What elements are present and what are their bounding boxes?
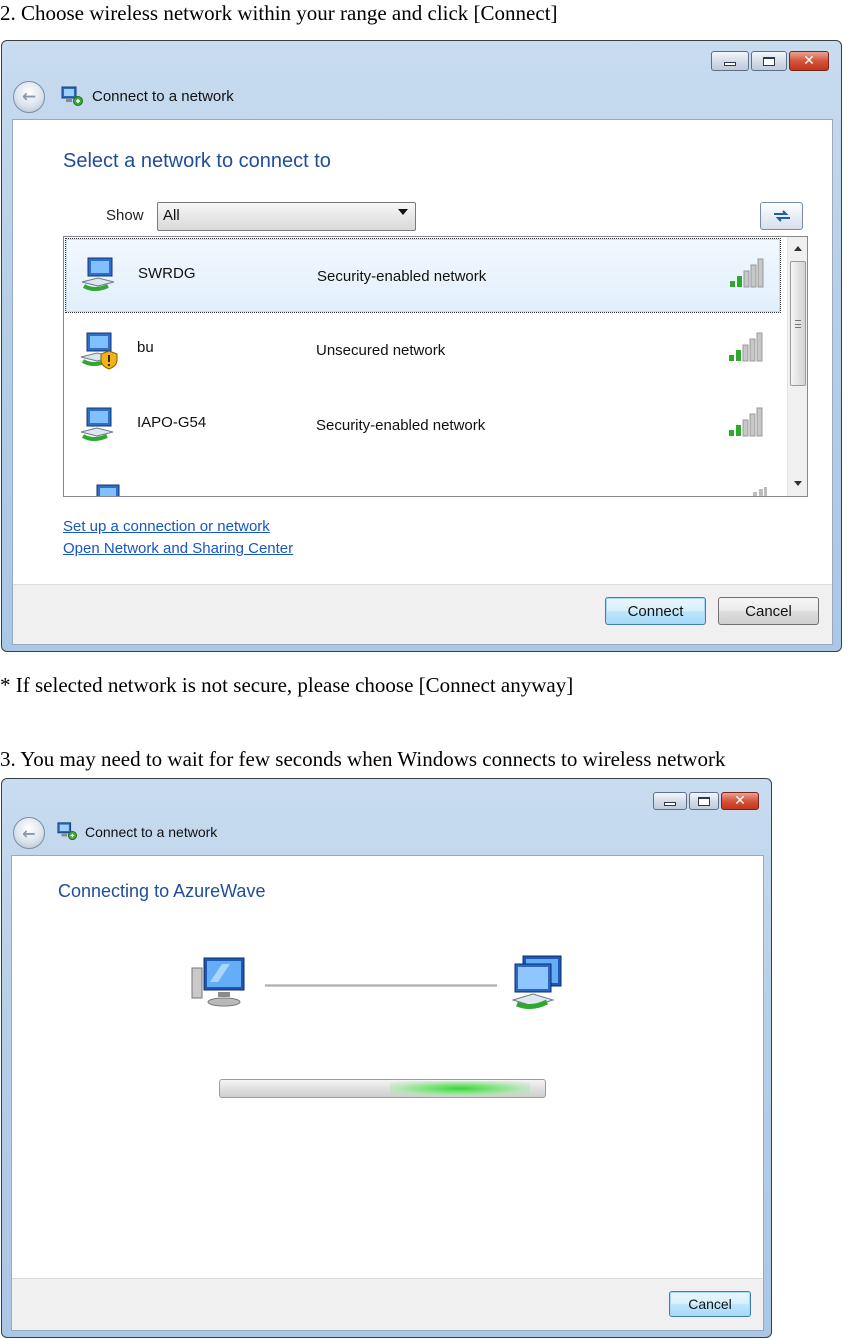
wireless-network-icon	[96, 484, 120, 496]
back-arrow-icon: ←	[22, 823, 36, 843]
window-content: Connecting to AzureWave Cancel	[11, 855, 764, 1331]
connection-progress-bar	[219, 1079, 546, 1098]
scroll-down-arrow-icon[interactable]	[788, 474, 807, 492]
step-3-instruction: 3. You may need to wait for few seconds …	[0, 747, 726, 771]
window-footer: Connect Cancel	[13, 584, 832, 644]
maximize-button[interactable]	[751, 51, 787, 71]
show-filter-dropdown[interactable]: All	[157, 202, 416, 231]
connect-to-network-window: ✕ ← Connect to a network Select a networ…	[1, 40, 842, 652]
connection-line	[265, 984, 497, 987]
network-row-bu[interactable]: bu Unsecured network	[65, 314, 781, 389]
maximize-button[interactable]	[689, 792, 719, 810]
network-list-scrollbar[interactable]	[787, 237, 807, 496]
close-icon: ✕	[803, 53, 815, 69]
setup-connection-link[interactable]: Set up a connection or network	[63, 518, 270, 535]
maximize-icon	[763, 56, 775, 66]
computer-icon	[191, 957, 245, 1007]
show-label: Show	[106, 207, 144, 224]
network-title-icon	[57, 822, 77, 841]
signal-strength-icon	[753, 487, 767, 496]
network-name: SWRDG	[138, 265, 196, 282]
chevron-down-icon	[398, 209, 408, 215]
close-button[interactable]: ✕	[721, 792, 759, 810]
close-icon: ✕	[734, 793, 746, 809]
back-button[interactable]: ←	[13, 81, 45, 113]
network-list: SWRDG Security-enabled network bu Unsecu…	[63, 236, 808, 497]
network-name: bu	[137, 339, 154, 356]
network-security: Unsecured network	[316, 342, 446, 359]
minimize-icon	[724, 62, 736, 66]
caption-buttons: ✕	[653, 792, 759, 810]
scroll-up-arrow-icon[interactable]	[788, 239, 807, 257]
back-arrow-icon: ←	[21, 87, 37, 107]
progress-indicator	[390, 1081, 530, 1096]
refresh-button[interactable]	[760, 202, 803, 230]
minimize-icon	[664, 802, 676, 806]
window-title: Connect to a network	[85, 824, 218, 840]
connect-button[interactable]: Connect	[605, 597, 706, 625]
scrollbar-thumb[interactable]	[790, 261, 806, 386]
network-security: Security-enabled network	[317, 268, 487, 285]
maximize-icon	[698, 796, 710, 806]
close-button[interactable]: ✕	[789, 51, 829, 71]
back-button[interactable]: ←	[13, 817, 45, 849]
cancel-button[interactable]: Cancel	[718, 597, 819, 625]
network-row-partial[interactable]	[65, 465, 781, 496]
refresh-icon	[773, 210, 790, 222]
wireless-network-icon	[511, 955, 562, 1010]
signal-strength-icon	[730, 258, 764, 288]
wireless-network-icon	[80, 332, 118, 370]
wireless-network-icon	[81, 257, 115, 291]
window-footer: Cancel	[12, 1278, 763, 1330]
wireless-network-icon	[80, 407, 114, 441]
minimize-button[interactable]	[653, 792, 687, 810]
network-row-iapo-g54[interactable]: IAPO-G54 Security-enabled network	[65, 389, 781, 464]
network-name: IAPO-G54	[137, 414, 207, 431]
window-title: Connect to a network	[92, 88, 234, 105]
signal-strength-icon	[729, 407, 763, 437]
window-caption: ✕ ← Connect to a network	[2, 779, 771, 855]
insecure-network-note: * If selected network is not secure, ple…	[0, 673, 574, 697]
caption-buttons: ✕	[711, 51, 829, 71]
page-heading: Connecting to AzureWave	[58, 881, 266, 901]
signal-strength-icon	[729, 332, 763, 362]
network-row-swrdg[interactable]: SWRDG Security-enabled network	[65, 238, 781, 313]
step-2-instruction: 2. Choose wireless network within your r…	[0, 1, 558, 25]
connecting-window: ✕ ← Connect to a network Connecting to A…	[1, 778, 772, 1338]
show-filter-value: All	[163, 207, 180, 224]
cancel-button[interactable]: Cancel	[669, 1291, 751, 1317]
minimize-button[interactable]	[711, 51, 749, 71]
window-caption: ✕ ← Connect to a network	[2, 41, 841, 119]
network-security: Security-enabled network	[316, 417, 486, 434]
window-content: Select a network to connect to Show All …	[12, 119, 833, 645]
network-sharing-center-link[interactable]: Open Network and Sharing Center	[63, 540, 293, 557]
page-heading: Select a network to connect to	[63, 150, 331, 172]
network-title-icon	[61, 86, 83, 106]
